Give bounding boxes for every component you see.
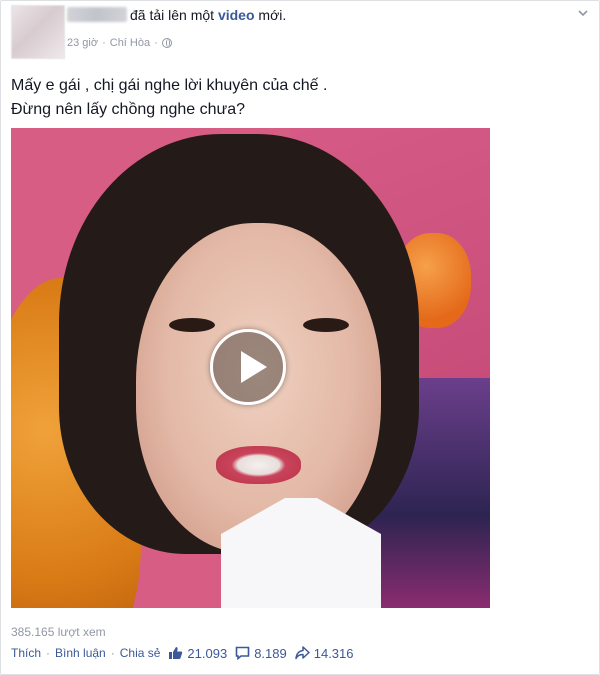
thumbs-up-icon [169,647,183,659]
post-text-line-1: Mấy e gái , chị gái nghe lời khuyên của … [11,77,328,94]
video-eye-left [169,318,215,332]
share-arrow-icon [294,646,310,660]
video-eye-right [303,318,349,332]
share-link[interactable]: Chia sẻ [120,646,161,660]
globe-icon[interactable] [161,38,172,48]
video-player[interactable] [11,128,490,608]
action-type-link[interactable]: video [218,7,255,23]
likes-count: 21.093 [187,645,228,661]
post-meta: 23 giờ · Chí Hòa · [67,37,172,49]
shares-count-stat[interactable]: 14.316 [294,645,354,661]
post-time[interactable]: 23 giờ [67,37,98,49]
author-name-blurred[interactable] [67,7,127,22]
action-separator-2: · [110,646,115,660]
chevron-down-icon[interactable] [577,7,589,19]
post-location[interactable]: Chí Hòa [110,37,150,49]
action-bar: Thích · Bình luận · Chia sẻ 21.093 8.189… [11,645,354,661]
avatar[interactable] [11,5,65,59]
comment-bubble-icon [235,646,250,660]
meta-separator-2: · [154,37,158,49]
comments-count: 8.189 [254,645,287,661]
facebook-post: đã tải lên một video mới. 23 giờ · Chí H… [0,0,600,675]
action-text: đã tải lên một [130,7,215,23]
action-separator: · [46,646,51,660]
like-link[interactable]: Thích [11,646,41,660]
meta-separator: · [102,37,106,49]
post-text: Mấy e gái , chị gái nghe lời khuyên của … [11,74,571,122]
shares-count: 14.316 [313,645,354,661]
post-header: đã tải lên một video mới. [67,7,286,23]
video-mouth [216,446,301,484]
action-suffix: mới. [258,7,287,23]
comments-count-stat[interactable]: 8.189 [235,646,287,661]
view-count: 385.165 lượt xem [11,625,106,639]
likes-count-stat[interactable]: 21.093 [168,646,227,661]
post-text-line-2: Đừng nên lấy chồng nghe chưa? [11,101,246,118]
comment-link[interactable]: Bình luận [55,646,106,660]
play-icon[interactable] [210,329,286,405]
